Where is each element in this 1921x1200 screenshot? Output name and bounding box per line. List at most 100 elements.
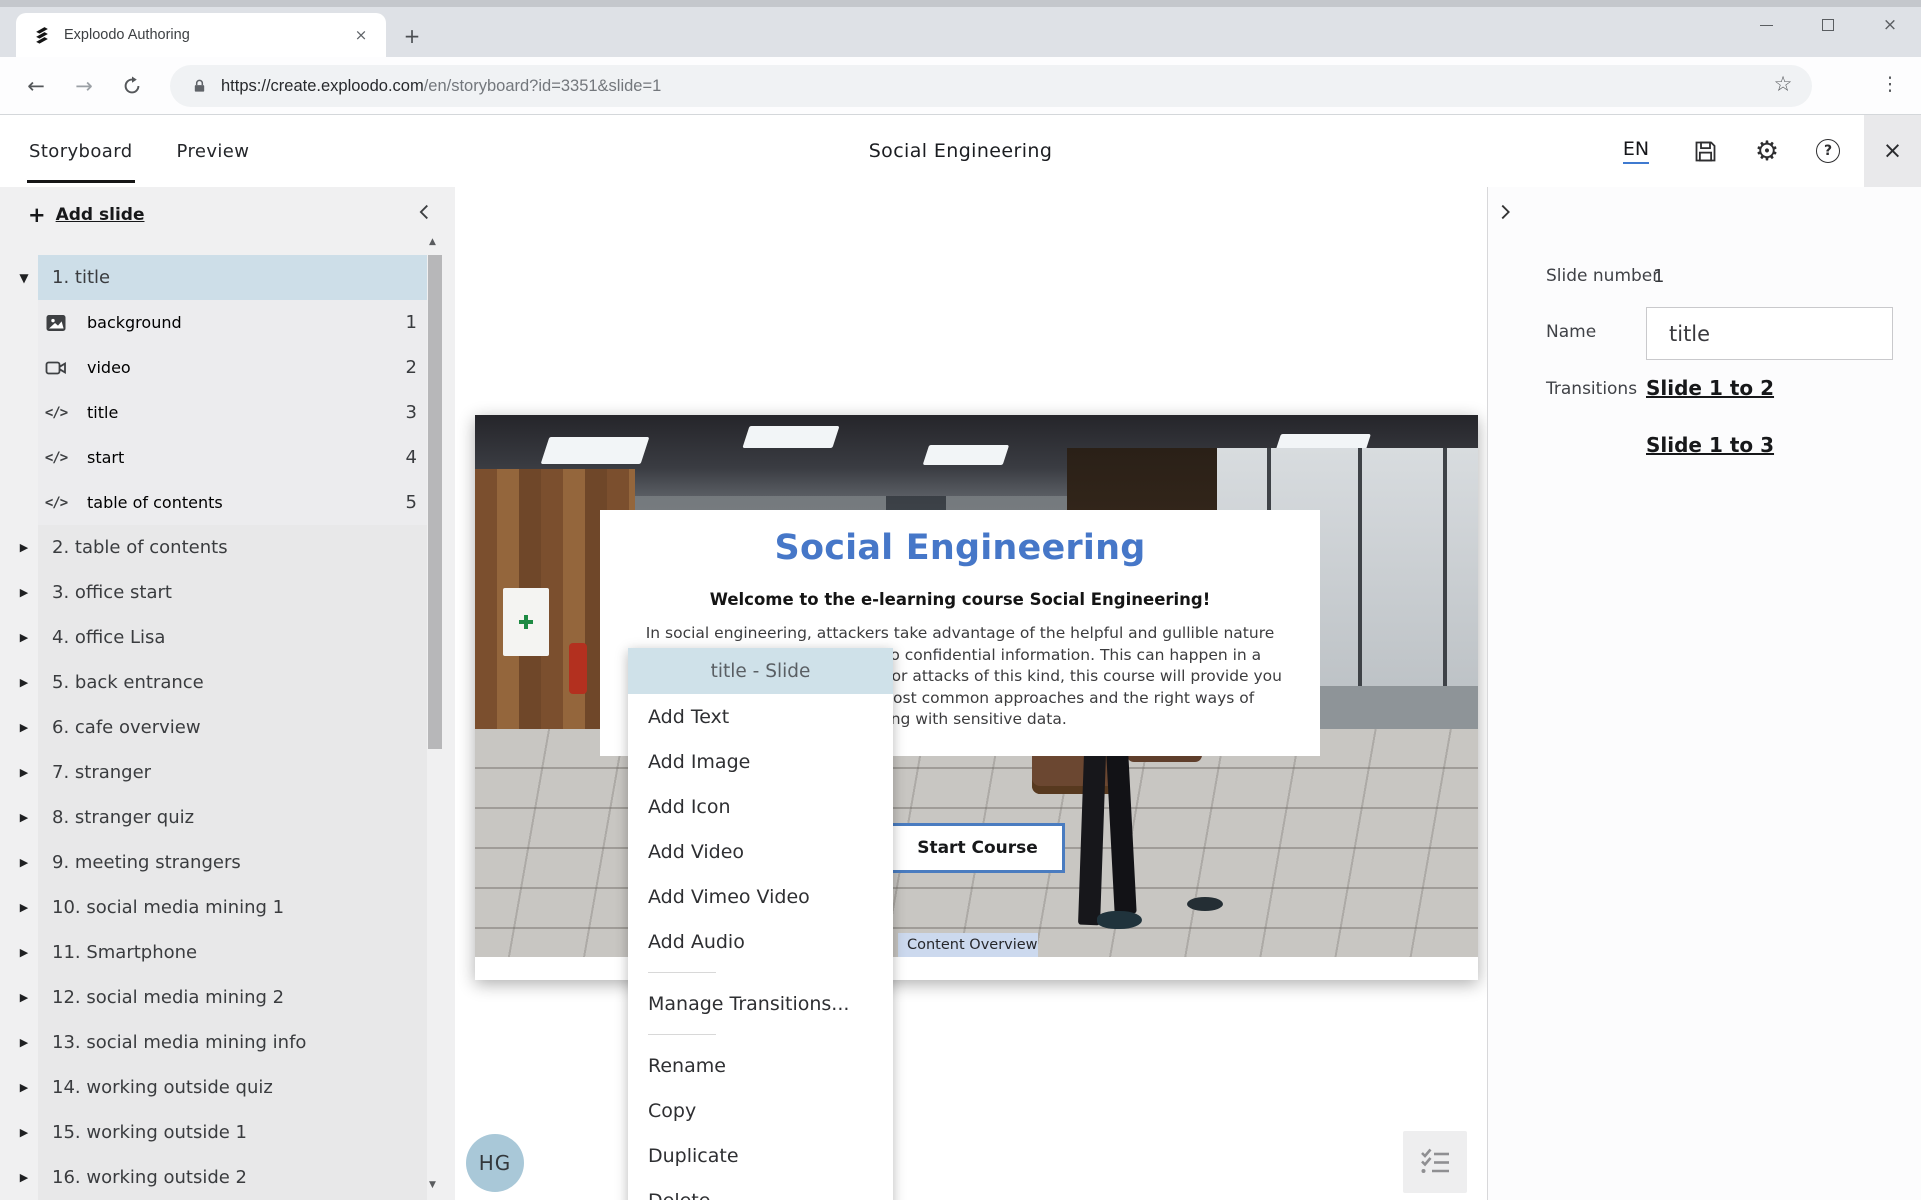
browser-tab[interactable]: Exploodo Authoring × — [16, 13, 386, 57]
element-row-video[interactable]: video 2 — [38, 345, 427, 390]
slide-item[interactable]: ▶ 14. working outside quiz — [20, 1065, 427, 1110]
transition-link-1-to-3[interactable]: Slide 1 to 3 — [1646, 433, 1774, 457]
tab-close-icon[interactable]: × — [350, 24, 372, 46]
slide-item[interactable]: ▶ 15. working outside 1 — [20, 1110, 427, 1155]
slide-item[interactable]: ▶ 11. Smartphone — [20, 930, 427, 975]
slide-background-photo[interactable]: Social Engineering Welcome to the e-lear… — [475, 415, 1478, 957]
tab-preview[interactable]: Preview — [175, 119, 252, 183]
element-row-table-of-contents[interactable]: </> table of contents 5 — [38, 480, 427, 525]
menu-item-duplicate[interactable]: Duplicate — [628, 1133, 893, 1178]
video-icon — [43, 355, 69, 381]
element-row-title[interactable]: </> title 3 — [38, 390, 427, 435]
bookmark-star-icon[interactable]: ☆ — [1768, 69, 1798, 99]
help-question-mark: ? — [1823, 143, 1833, 159]
slide-name-input[interactable] — [1646, 307, 1893, 360]
slide-item-label: 16. working outside 2 — [52, 1167, 247, 1188]
slide-item-label: 4. office Lisa — [52, 627, 166, 648]
start-course-button[interactable]: Start Course — [890, 823, 1065, 873]
slide-item[interactable]: ▶ 8. stranger quiz — [20, 795, 427, 840]
sidebar-collapse-button[interactable] — [414, 201, 440, 227]
help-button[interactable]: ? — [1813, 115, 1843, 187]
app-close-button[interactable]: × — [1864, 115, 1921, 187]
menu-item-add-text[interactable]: Add Text — [628, 694, 893, 739]
slide-item[interactable]: ▶ 7. stranger — [20, 750, 427, 795]
slide-item[interactable]: ▶ 10. social media mining 1 — [20, 885, 427, 930]
menu-item-add-vimeo-video[interactable]: Add Vimeo Video — [628, 874, 893, 919]
slide-card-title: Social Engineering — [774, 528, 1146, 568]
slide-item[interactable]: ▶ 6. cafe overview — [20, 705, 427, 750]
slide-item[interactable]: ▶ 5. back entrance — [20, 660, 427, 705]
address-bar[interactable]: https://create.exploodo.com/en/storyboar… — [170, 65, 1812, 107]
slide-preview[interactable]: Social Engineering Welcome to the e-lear… — [475, 415, 1478, 980]
element-label: start — [87, 448, 125, 467]
user-avatar[interactable]: HG — [466, 1134, 524, 1192]
scene-first-aid-box — [503, 588, 550, 657]
menu-item-manage-transitions[interactable]: Manage Transitions... — [628, 981, 893, 1026]
caret-right-icon[interactable]: ▶ — [15, 1036, 33, 1049]
window-minimize-button[interactable] — [1735, 8, 1797, 42]
caret-right-icon[interactable]: ▶ — [15, 766, 33, 779]
save-icon — [1695, 141, 1715, 161]
element-row-start[interactable]: </> start 4 — [38, 435, 427, 480]
caret-right-icon[interactable]: ▶ — [15, 1081, 33, 1094]
slide-item-1-title-selected[interactable]: ▼ 1. title — [19, 255, 427, 300]
menu-item-copy[interactable]: Copy — [628, 1088, 893, 1133]
caret-right-icon[interactable]: ▶ — [15, 991, 33, 1004]
help-icon: ? — [1816, 139, 1840, 163]
image-icon — [43, 310, 69, 336]
caret-down-icon[interactable]: ▼ — [15, 271, 33, 285]
slide-item[interactable]: ▶ 12. social media mining 2 — [20, 975, 427, 1020]
caret-right-icon[interactable]: ▶ — [15, 901, 33, 914]
caret-right-icon[interactable]: ▶ — [15, 721, 33, 734]
caret-right-icon[interactable]: ▶ — [15, 676, 33, 689]
panel-expand-button[interactable] — [1494, 201, 1518, 225]
language-switcher[interactable]: EN — [1616, 115, 1656, 187]
content-overview-tab[interactable]: Content Overview — [898, 933, 1038, 957]
caret-right-icon[interactable]: ▶ — [15, 946, 33, 959]
menu-item-rename[interactable]: Rename — [628, 1043, 893, 1088]
menu-item-add-audio[interactable]: Add Audio — [628, 919, 893, 964]
slide-item[interactable]: ▶ 2. table of contents — [20, 525, 427, 570]
lock-icon[interactable] — [192, 78, 207, 94]
caret-right-icon[interactable]: ▶ — [15, 631, 33, 644]
add-slide-button[interactable]: + Add slide — [28, 203, 145, 227]
url-path: /en/storyboard?id=3351&slide=1 — [423, 76, 662, 95]
caret-right-icon[interactable]: ▶ — [15, 1171, 33, 1184]
element-row-background[interactable]: background 1 — [38, 300, 427, 345]
slide-context-menu: title - Slide Add Text Add Image Add Ico… — [628, 648, 893, 1200]
menu-item-add-icon[interactable]: Add Icon — [628, 784, 893, 829]
menu-item-delete[interactable]: Delete — [628, 1178, 893, 1200]
slide-1-elements: background 1 video 2 </> title 3 </> sta… — [38, 300, 427, 525]
sidebar-scrollbar-thumb[interactable] — [428, 255, 442, 749]
slide-item[interactable]: ▶ 16. working outside 2 — [20, 1155, 427, 1200]
slide-item-label: 14. working outside quiz — [52, 1077, 273, 1098]
settings-button[interactable]: ⚙ — [1752, 115, 1782, 187]
name-label: Name — [1546, 322, 1597, 342]
new-tab-button[interactable]: + — [398, 22, 426, 50]
menu-item-add-video[interactable]: Add Video — [628, 829, 893, 874]
back-button[interactable]: ← — [20, 70, 52, 102]
caret-right-icon[interactable]: ▶ — [15, 1126, 33, 1139]
caret-right-icon[interactable]: ▶ — [15, 541, 33, 554]
slide-item[interactable]: ▶ 4. office Lisa — [20, 615, 427, 660]
window-close-button[interactable]: × — [1859, 8, 1921, 42]
window-maximize-button[interactable] — [1797, 8, 1859, 42]
menu-item-add-image[interactable]: Add Image — [628, 739, 893, 784]
slide-item[interactable]: ▶ 3. office start — [20, 570, 427, 615]
tab-storyboard[interactable]: Storyboard — [27, 119, 135, 183]
scroll-up-icon[interactable]: ▲ — [429, 237, 436, 247]
checklist-button[interactable] — [1403, 1131, 1467, 1193]
save-button[interactable] — [1690, 115, 1720, 187]
browser-menu-icon[interactable]: ⋮ — [1876, 69, 1904, 99]
caret-right-icon[interactable]: ▶ — [15, 586, 33, 599]
slide-item[interactable]: ▶ 9. meeting strangers — [20, 840, 427, 885]
caret-right-icon[interactable]: ▶ — [15, 811, 33, 824]
forward-button[interactable]: → — [68, 70, 100, 102]
chevron-right-icon — [1501, 204, 1510, 220]
slide-item-label: 5. back entrance — [52, 672, 204, 693]
caret-right-icon[interactable]: ▶ — [15, 856, 33, 869]
transition-link-1-to-2[interactable]: Slide 1 to 2 — [1646, 376, 1774, 400]
scroll-down-icon[interactable]: ▼ — [429, 1180, 436, 1190]
slide-item[interactable]: ▶ 13. social media mining info — [20, 1020, 427, 1065]
reload-button[interactable] — [116, 70, 148, 102]
